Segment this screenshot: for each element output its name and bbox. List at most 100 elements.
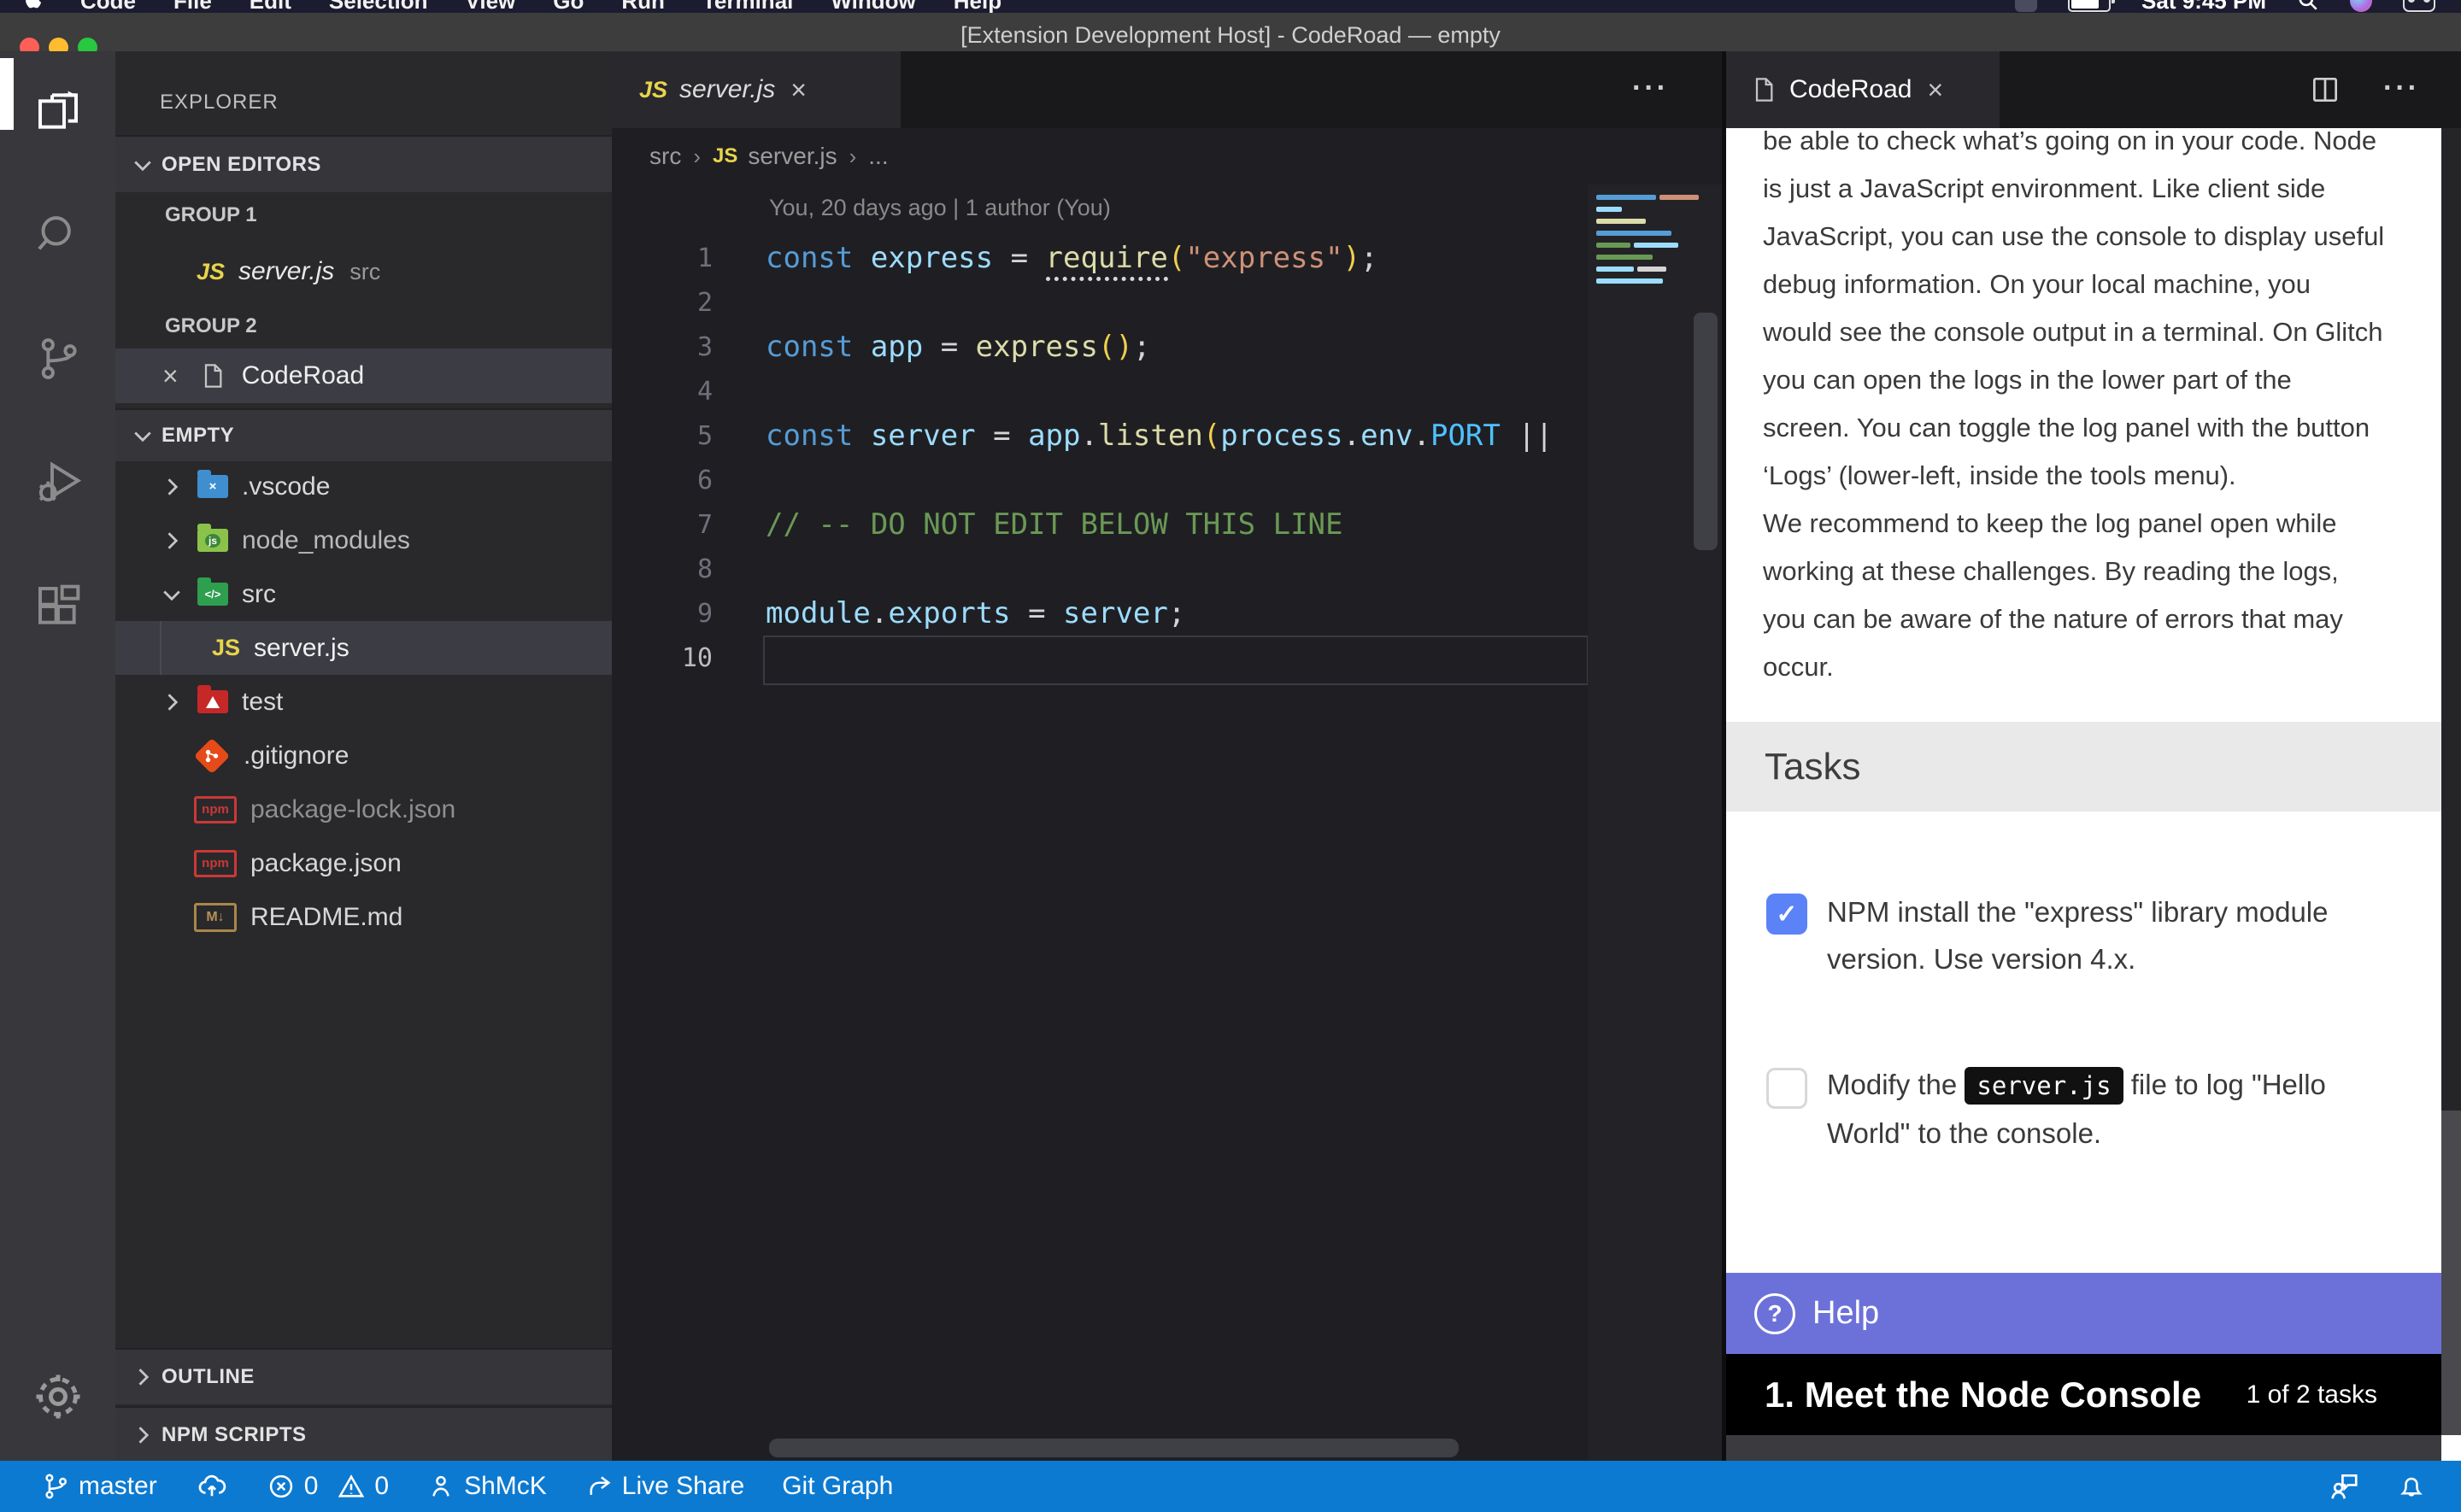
tree-item-test[interactable]: test bbox=[115, 675, 612, 729]
paragraph-line: ‘Logs’ (lower-left, inside the tools men… bbox=[1763, 452, 2429, 500]
breadcrumb-folder[interactable]: src bbox=[649, 143, 681, 170]
chevron-right-icon bbox=[160, 529, 184, 553]
code-line[interactable]: 1 const express = require("express"); bbox=[612, 236, 1586, 280]
git-branch-status[interactable]: master bbox=[41, 1472, 157, 1501]
editor-actions-more-icon[interactable]: ··· bbox=[1632, 72, 1669, 105]
coderoad-tab-bar: CodeRoad × ··· bbox=[1726, 51, 2461, 128]
gear-icon bbox=[32, 1371, 84, 1422]
open-editors-header[interactable]: OPEN EDITORS bbox=[115, 135, 612, 192]
menu-item-file[interactable]: File bbox=[173, 0, 212, 13]
live-share-button[interactable]: Live Share bbox=[584, 1472, 744, 1501]
tab-coderoad[interactable]: CodeRoad × bbox=[1726, 51, 2000, 128]
apple-menu-icon[interactable] bbox=[24, 0, 46, 13]
tree-item-serverjs[interactable]: JS server.js bbox=[115, 621, 612, 675]
code-line[interactable]: 3 const app = express(); bbox=[612, 325, 1586, 369]
inline-code-chip: server.js bbox=[1965, 1067, 2123, 1105]
folder-section-header[interactable]: EMPTY bbox=[115, 408, 612, 461]
code-line[interactable]: 2 bbox=[612, 280, 1586, 325]
control-center-icon[interactable] bbox=[2403, 0, 2435, 12]
git-branch-icon bbox=[41, 1472, 70, 1501]
tree-item-vscode[interactable]: × .vscode bbox=[115, 460, 612, 513]
git-graph-button[interactable]: Git Graph bbox=[782, 1472, 893, 1501]
lesson-footer[interactable]: 1. Meet the Node Console 1 of 2 tasks bbox=[1726, 1354, 2441, 1435]
js-file-icon: JS bbox=[197, 259, 225, 285]
outline-section-header[interactable]: OUTLINE bbox=[115, 1348, 612, 1404]
menu-item-edit[interactable]: Edit bbox=[250, 0, 291, 13]
horizontal-scrollbar-thumb[interactable] bbox=[769, 1439, 1459, 1457]
menu-item-code[interactable]: Code bbox=[80, 0, 136, 13]
paragraph-line: you can open the logs in the lower part … bbox=[1763, 356, 2429, 404]
minimap[interactable] bbox=[1588, 185, 1722, 1461]
help-question-icon: ? bbox=[1754, 1293, 1795, 1334]
warning-icon bbox=[337, 1472, 366, 1501]
webview-scrollbar-thumb[interactable] bbox=[2441, 1111, 2461, 1435]
menu-item-help[interactable]: Help bbox=[954, 0, 1001, 13]
task2-text-line2: World" to the console. bbox=[1827, 1110, 2425, 1157]
problems-status[interactable]: 0 0 bbox=[267, 1472, 389, 1501]
file-icon bbox=[199, 361, 226, 390]
menu-item-go[interactable]: Go bbox=[553, 0, 584, 13]
open-editor-serverjs[interactable]: JS server.js src bbox=[115, 246, 612, 297]
task1-checkbox[interactable]: ✓ bbox=[1766, 894, 1807, 935]
code-line[interactable]: 4 bbox=[612, 369, 1586, 413]
chevron-right-icon bbox=[160, 475, 184, 499]
open-editor-coderoad[interactable]: × CodeRoad bbox=[115, 349, 612, 403]
activity-search-button[interactable] bbox=[0, 175, 115, 295]
close-icon[interactable]: × bbox=[162, 362, 179, 390]
split-editor-icon[interactable] bbox=[2309, 73, 2341, 106]
settings-gear-button[interactable] bbox=[0, 1337, 115, 1456]
close-icon[interactable]: × bbox=[790, 76, 807, 103]
tree-item-readme[interactable]: M↓ README.md bbox=[115, 890, 612, 944]
code-line[interactable]: 5 const server = app.listen(process.env.… bbox=[612, 413, 1586, 458]
menu-clock[interactable]: Sat 9:45 PM bbox=[2141, 0, 2266, 13]
tasks-section-header: Tasks bbox=[1726, 722, 2441, 812]
activity-explorer-button[interactable] bbox=[0, 51, 115, 171]
open-editor-path: src bbox=[349, 259, 380, 285]
tree-item-src[interactable]: </> src bbox=[115, 567, 612, 621]
activity-extensions-button[interactable] bbox=[0, 547, 115, 666]
task2-checkbox[interactable] bbox=[1766, 1068, 1807, 1109]
paragraph-line: is just a JavaScript environment. Like c… bbox=[1763, 165, 2429, 213]
webview-scrollbar[interactable] bbox=[2441, 128, 2461, 1461]
menu-item-view[interactable]: View bbox=[466, 0, 516, 13]
code-line[interactable]: 7 // -- DO NOT EDIT BELOW THIS LINE bbox=[612, 502, 1586, 547]
markdown-icon: M↓ bbox=[194, 903, 237, 932]
breadcrumb[interactable]: src › JS server.js › ... bbox=[612, 128, 1722, 185]
bell-icon[interactable] bbox=[2396, 1471, 2427, 1502]
code-line[interactable]: 6 bbox=[612, 458, 1586, 502]
menu-item-run[interactable]: Run bbox=[621, 0, 665, 13]
siri-icon[interactable] bbox=[2350, 0, 2372, 12]
tab-serverjs[interactable]: JS server.js × bbox=[612, 51, 901, 128]
code-line[interactable]: 8 bbox=[612, 547, 1586, 591]
spotlight-icon[interactable] bbox=[2297, 0, 2319, 12]
tree-item-gitignore[interactable]: .gitignore bbox=[115, 729, 612, 782]
sync-status[interactable] bbox=[195, 1471, 229, 1502]
npm-scripts-section-header[interactable]: NPM SCRIPTS bbox=[115, 1406, 612, 1462]
activity-run-debug-button[interactable] bbox=[0, 423, 115, 542]
window-title: [Extension Development Host] - CodeRoad … bbox=[0, 13, 2461, 51]
activity-source-control-button[interactable] bbox=[0, 299, 115, 419]
battery-icon[interactable] bbox=[2068, 0, 2111, 12]
tree-item-package-lock[interactable]: npm package-lock.json bbox=[115, 782, 612, 836]
breadcrumb-file[interactable]: server.js bbox=[748, 143, 837, 170]
help-bar[interactable]: ? Help bbox=[1726, 1273, 2441, 1354]
live-share-account[interactable]: ShMcK bbox=[426, 1472, 547, 1501]
src-folder-icon: </> bbox=[197, 583, 228, 606]
editor-scrollbar-thumb[interactable] bbox=[1694, 313, 1718, 550]
tree-item-package-json[interactable]: npm package.json bbox=[115, 836, 612, 890]
extensions-icon bbox=[34, 583, 82, 630]
footer-gray-strip bbox=[1726, 1435, 2441, 1461]
breadcrumb-symbol[interactable]: ... bbox=[868, 143, 888, 170]
close-icon[interactable]: × bbox=[1927, 76, 1943, 103]
menu-item-window[interactable]: Window bbox=[831, 0, 915, 13]
open-editor-label: server.js bbox=[238, 257, 334, 286]
menu-item-selection[interactable]: Selection bbox=[329, 0, 428, 13]
menu-extra-icon[interactable] bbox=[2015, 0, 2037, 12]
panel-more-icon[interactable]: ··· bbox=[2383, 72, 2420, 105]
tree-item-node-modules[interactable]: js node_modules bbox=[115, 513, 612, 567]
paragraph-line: debug information. On your local machine… bbox=[1763, 261, 2429, 308]
code-line[interactable]: 9 module.exports = server; bbox=[612, 591, 1586, 636]
menu-item-terminal[interactable]: Terminal bbox=[702, 0, 793, 13]
js-file-icon: JS bbox=[713, 144, 737, 168]
feedback-icon[interactable] bbox=[2328, 1470, 2360, 1503]
